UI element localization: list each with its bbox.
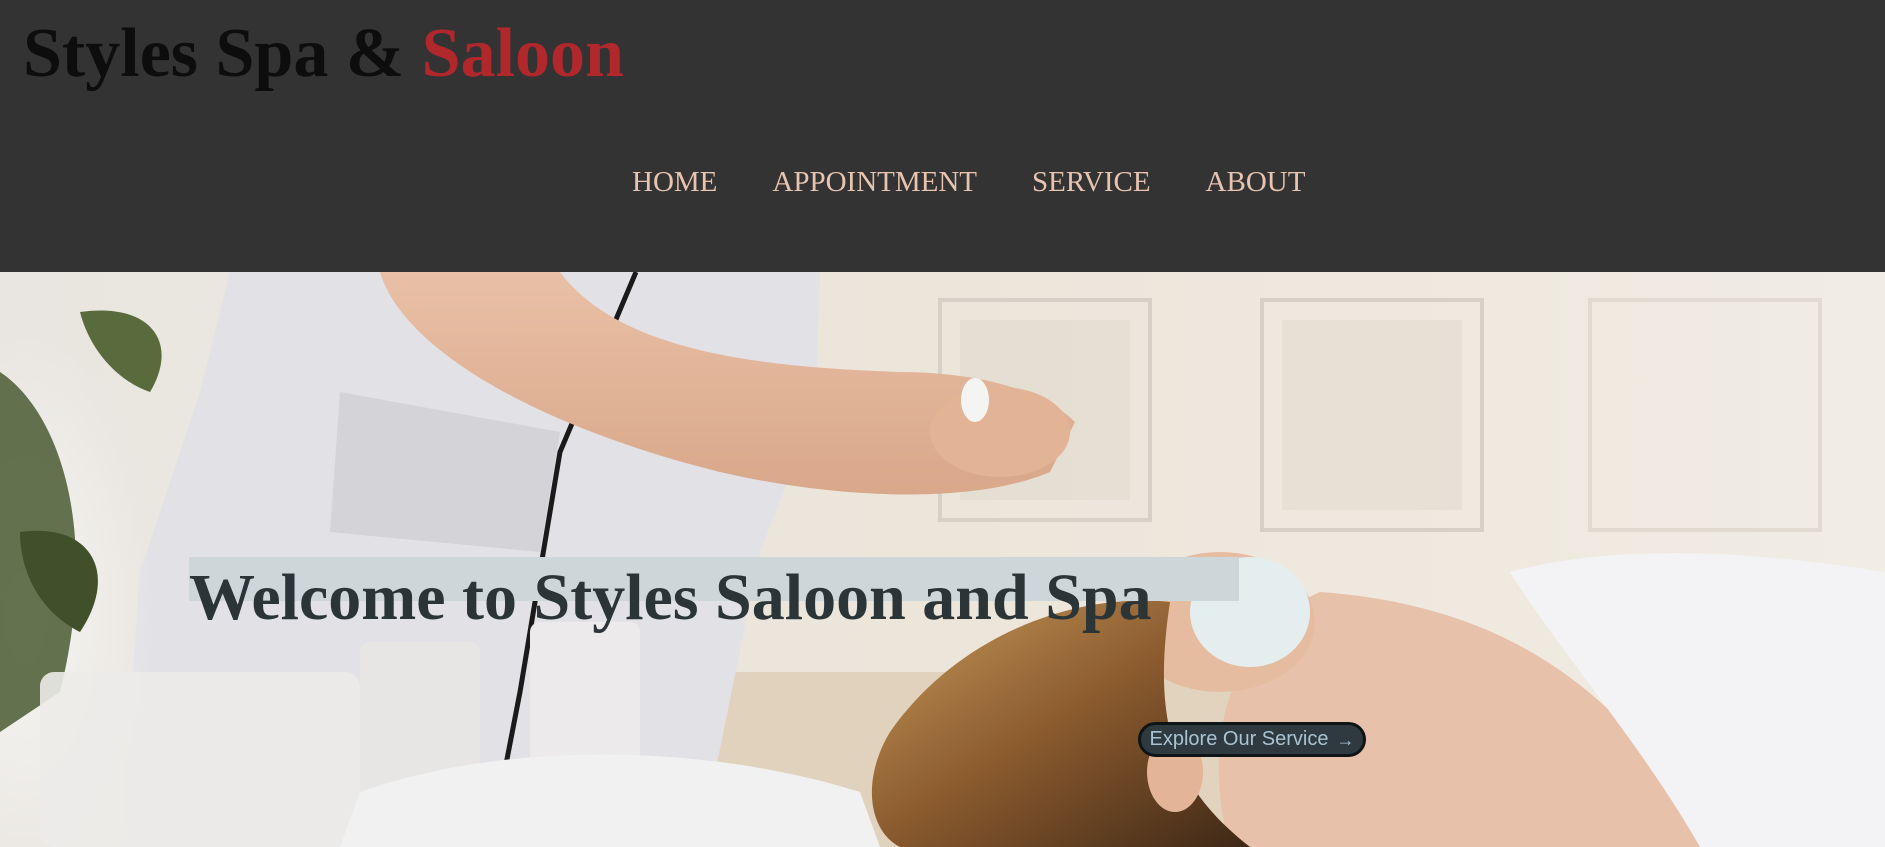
site-logo[interactable]: Styles Spa & Saloon [23, 14, 624, 94]
hero-headline: Welcome to Styles Saloon and Spa [189, 561, 1152, 634]
brand-name-accent: Saloon [421, 15, 624, 92]
explore-services-button[interactable]: Explore Our Service → [1138, 722, 1366, 757]
site-header: Styles Spa & Saloon HOME APPOINTMENT SER… [0, 0, 1885, 272]
nav-item-service[interactable]: SERVICE [1032, 162, 1151, 202]
explore-services-label: Explore Our Service [1149, 728, 1329, 750]
nav-item-about[interactable]: ABOUT [1206, 162, 1306, 202]
main-nav: HOME APPOINTMENT SERVICE ABOUT [632, 162, 1305, 202]
nav-item-home[interactable]: HOME [632, 162, 717, 202]
nav-item-appointment[interactable]: APPOINTMENT [772, 162, 977, 202]
arrow-right-icon: → [1336, 729, 1355, 750]
brand-name-primary: Styles Spa & [23, 15, 422, 92]
hero-banner: Welcome to Styles Saloon and Spa Explore… [0, 272, 1885, 847]
